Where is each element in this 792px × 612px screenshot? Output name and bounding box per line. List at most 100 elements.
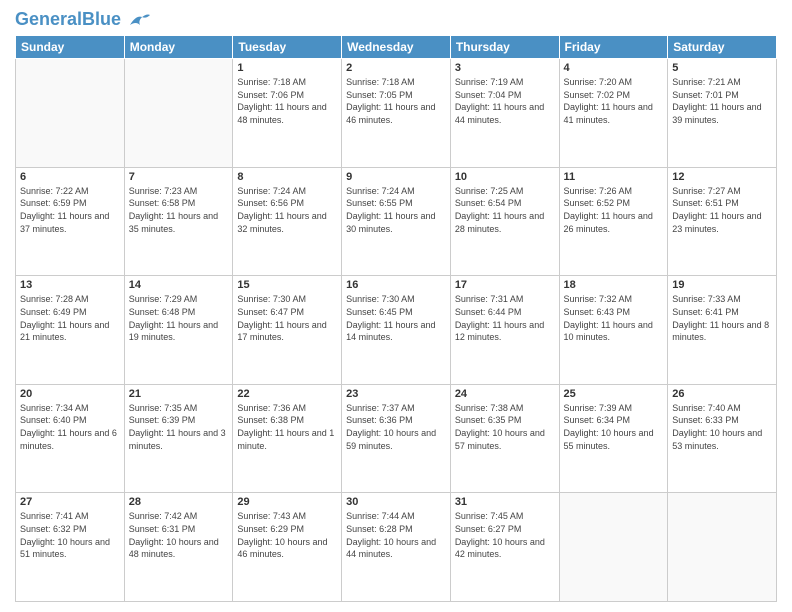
- logo-general: General: [15, 9, 82, 29]
- day-info: Sunrise: 7:40 AM Sunset: 6:33 PM Dayligh…: [672, 402, 772, 452]
- calendar-cell: 22 Sunrise: 7:36 AM Sunset: 6:38 PM Dayli…: [233, 384, 342, 493]
- calendar-week-row: 27 Sunrise: 7:41 AM Sunset: 6:32 PM Dayli…: [16, 493, 777, 602]
- day-info: Sunrise: 7:41 AM Sunset: 6:32 PM Dayligh…: [20, 510, 120, 560]
- day-number: 13: [20, 279, 120, 291]
- day-info: Sunrise: 7:29 AM Sunset: 6:48 PM Dayligh…: [129, 293, 229, 343]
- calendar-cell: 27 Sunrise: 7:41 AM Sunset: 6:32 PM Dayli…: [16, 493, 125, 602]
- calendar-cell: 24Sunrise: 7:38 AM Sunset: 6:35 PM Dayli…: [450, 384, 559, 493]
- day-number: 6: [20, 171, 120, 183]
- day-info: Sunrise: 7:18 AM Sunset: 7:06 PM Dayligh…: [237, 76, 337, 126]
- day-info: Sunrise: 7:33 AM Sunset: 6:41 PM Dayligh…: [672, 293, 772, 343]
- day-number: 8: [237, 171, 337, 183]
- day-info: Sunrise: 7:20 AM Sunset: 7:02 PM Dayligh…: [564, 76, 664, 126]
- day-info: Sunrise: 7:30 AM Sunset: 6:47 PM Dayligh…: [237, 293, 337, 343]
- day-number: 26: [672, 388, 772, 400]
- day-info: Sunrise: 7:22 AM Sunset: 6:59 PM Dayligh…: [20, 185, 120, 235]
- calendar-cell: 25 Sunrise: 7:39 AM Sunset: 6:34 PM Dayli…: [559, 384, 668, 493]
- calendar-cell: 19 Sunrise: 7:33 AM Sunset: 6:41 PM Dayli…: [668, 276, 777, 385]
- day-number: 4: [564, 62, 664, 74]
- day-number: 3: [455, 62, 555, 74]
- logo-blue-text: Blue: [82, 9, 121, 29]
- day-number: 23: [346, 388, 446, 400]
- day-number: 24: [455, 388, 555, 400]
- calendar-cell: [16, 59, 125, 168]
- day-number: 30: [346, 496, 446, 508]
- day-number: 28: [129, 496, 229, 508]
- calendar-week-row: 1 Sunrise: 7:18 AM Sunset: 7:06 PM Daylig…: [16, 59, 777, 168]
- calendar-week-row: 6 Sunrise: 7:22 AM Sunset: 6:59 PM Daylig…: [16, 167, 777, 276]
- day-number: 27: [20, 496, 120, 508]
- calendar-cell: 23 Sunrise: 7:37 AM Sunset: 6:36 PM Dayli…: [342, 384, 451, 493]
- col-tuesday: Tuesday: [233, 36, 342, 59]
- day-number: 2: [346, 62, 446, 74]
- day-info: Sunrise: 7:34 AM Sunset: 6:40 PM Dayligh…: [20, 402, 120, 452]
- day-info: Sunrise: 7:24 AM Sunset: 6:55 PM Dayligh…: [346, 185, 446, 235]
- calendar-cell: 4 Sunrise: 7:20 AM Sunset: 7:02 PM Daylig…: [559, 59, 668, 168]
- col-monday: Monday: [124, 36, 233, 59]
- col-friday: Friday: [559, 36, 668, 59]
- calendar-week-row: 13Sunrise: 7:28 AM Sunset: 6:49 PM Dayli…: [16, 276, 777, 385]
- day-info: Sunrise: 7:37 AM Sunset: 6:36 PM Dayligh…: [346, 402, 446, 452]
- day-number: 11: [564, 171, 664, 183]
- calendar-cell: 12 Sunrise: 7:27 AM Sunset: 6:51 PM Dayli…: [668, 167, 777, 276]
- calendar-header-row: Sunday Monday Tuesday Wednesday Thursday…: [16, 36, 777, 59]
- calendar-cell: 21Sunrise: 7:35 AM Sunset: 6:39 PM Dayli…: [124, 384, 233, 493]
- day-info: Sunrise: 7:45 AM Sunset: 6:27 PM Dayligh…: [455, 510, 555, 560]
- calendar-cell: 10 Sunrise: 7:25 AM Sunset: 6:54 PM Dayli…: [450, 167, 559, 276]
- calendar-week-row: 20 Sunrise: 7:34 AM Sunset: 6:40 PM Dayli…: [16, 384, 777, 493]
- calendar-cell: 26 Sunrise: 7:40 AM Sunset: 6:33 PM Dayli…: [668, 384, 777, 493]
- calendar-cell: 3 Sunrise: 7:19 AM Sunset: 7:04 PM Daylig…: [450, 59, 559, 168]
- calendar-cell: 14Sunrise: 7:29 AM Sunset: 6:48 PM Dayli…: [124, 276, 233, 385]
- logo: GeneralBlue: [15, 10, 150, 29]
- day-info: Sunrise: 7:30 AM Sunset: 6:45 PM Dayligh…: [346, 293, 446, 343]
- day-info: Sunrise: 7:23 AM Sunset: 6:58 PM Dayligh…: [129, 185, 229, 235]
- calendar-cell: 6 Sunrise: 7:22 AM Sunset: 6:59 PM Daylig…: [16, 167, 125, 276]
- day-number: 9: [346, 171, 446, 183]
- day-number: 18: [564, 279, 664, 291]
- calendar-cell: 15Sunrise: 7:30 AM Sunset: 6:47 PM Dayli…: [233, 276, 342, 385]
- day-info: Sunrise: 7:36 AM Sunset: 6:38 PM Dayligh…: [237, 402, 337, 452]
- logo-text: GeneralBlue: [15, 10, 150, 29]
- day-info: Sunrise: 7:27 AM Sunset: 6:51 PM Dayligh…: [672, 185, 772, 235]
- day-number: 5: [672, 62, 772, 74]
- day-number: 19: [672, 279, 772, 291]
- day-number: 25: [564, 388, 664, 400]
- day-info: Sunrise: 7:42 AM Sunset: 6:31 PM Dayligh…: [129, 510, 229, 560]
- day-info: Sunrise: 7:35 AM Sunset: 6:39 PM Dayligh…: [129, 402, 229, 452]
- day-number: 1: [237, 62, 337, 74]
- calendar-cell: 17Sunrise: 7:31 AM Sunset: 6:44 PM Dayli…: [450, 276, 559, 385]
- calendar-cell: 13Sunrise: 7:28 AM Sunset: 6:49 PM Dayli…: [16, 276, 125, 385]
- calendar-cell: 18 Sunrise: 7:32 AM Sunset: 6:43 PM Dayli…: [559, 276, 668, 385]
- day-info: Sunrise: 7:25 AM Sunset: 6:54 PM Dayligh…: [455, 185, 555, 235]
- day-number: 12: [672, 171, 772, 183]
- day-number: 7: [129, 171, 229, 183]
- calendar-cell: 1 Sunrise: 7:18 AM Sunset: 7:06 PM Daylig…: [233, 59, 342, 168]
- calendar-cell: [668, 493, 777, 602]
- day-number: 29: [237, 496, 337, 508]
- calendar-cell: 7 Sunrise: 7:23 AM Sunset: 6:58 PM Daylig…: [124, 167, 233, 276]
- day-number: 22: [237, 388, 337, 400]
- col-sunday: Sunday: [16, 36, 125, 59]
- day-info: Sunrise: 7:19 AM Sunset: 7:04 PM Dayligh…: [455, 76, 555, 126]
- calendar-cell: 31 Sunrise: 7:45 AM Sunset: 6:27 PM Dayli…: [450, 493, 559, 602]
- day-info: Sunrise: 7:32 AM Sunset: 6:43 PM Dayligh…: [564, 293, 664, 343]
- page: GeneralBlue Sunday Monday Tuesday Wednes…: [0, 0, 792, 612]
- day-info: Sunrise: 7:18 AM Sunset: 7:05 PM Dayligh…: [346, 76, 446, 126]
- calendar-cell: 28 Sunrise: 7:42 AM Sunset: 6:31 PM Dayli…: [124, 493, 233, 602]
- day-info: Sunrise: 7:39 AM Sunset: 6:34 PM Dayligh…: [564, 402, 664, 452]
- day-number: 10: [455, 171, 555, 183]
- col-saturday: Saturday: [668, 36, 777, 59]
- logo-bird-icon: [128, 11, 150, 29]
- day-info: Sunrise: 7:31 AM Sunset: 6:44 PM Dayligh…: [455, 293, 555, 343]
- calendar-table: Sunday Monday Tuesday Wednesday Thursday…: [15, 35, 777, 602]
- day-info: Sunrise: 7:43 AM Sunset: 6:29 PM Dayligh…: [237, 510, 337, 560]
- calendar-cell: 16Sunrise: 7:30 AM Sunset: 6:45 PM Dayli…: [342, 276, 451, 385]
- calendar-cell: 5Sunrise: 7:21 AM Sunset: 7:01 PM Daylig…: [668, 59, 777, 168]
- day-info: Sunrise: 7:24 AM Sunset: 6:56 PM Dayligh…: [237, 185, 337, 235]
- day-number: 20: [20, 388, 120, 400]
- calendar-cell: [124, 59, 233, 168]
- calendar-cell: [559, 493, 668, 602]
- day-number: 31: [455, 496, 555, 508]
- calendar-cell: 30Sunrise: 7:44 AM Sunset: 6:28 PM Dayli…: [342, 493, 451, 602]
- col-thursday: Thursday: [450, 36, 559, 59]
